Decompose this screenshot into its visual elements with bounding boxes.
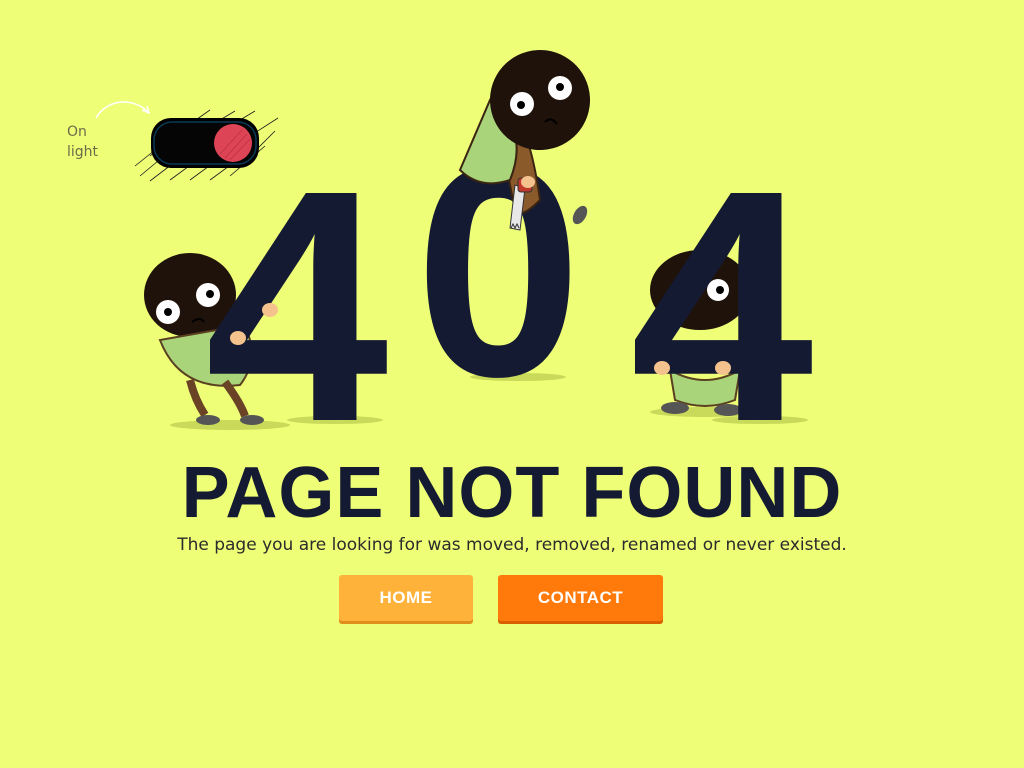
contact-button[interactable]: CONTACT xyxy=(498,575,663,621)
digit-four-right: 4 xyxy=(630,121,816,440)
digit-four-left: 4 xyxy=(205,121,391,440)
switch-label-line-2: light xyxy=(67,144,99,160)
light-switch-label: On light xyxy=(67,122,107,162)
switch-label-line-1: On xyxy=(67,124,87,140)
home-button[interactable]: HOME xyxy=(339,575,473,621)
404-illustration: 4 0 4 xyxy=(130,40,850,440)
error-page: On light 4 0 4 PAGE NOT FOUND The page y… xyxy=(0,0,1024,768)
error-description: The page you are looking for was moved, … xyxy=(177,535,847,555)
page-title: PAGE NOT FOUND xyxy=(181,453,843,533)
